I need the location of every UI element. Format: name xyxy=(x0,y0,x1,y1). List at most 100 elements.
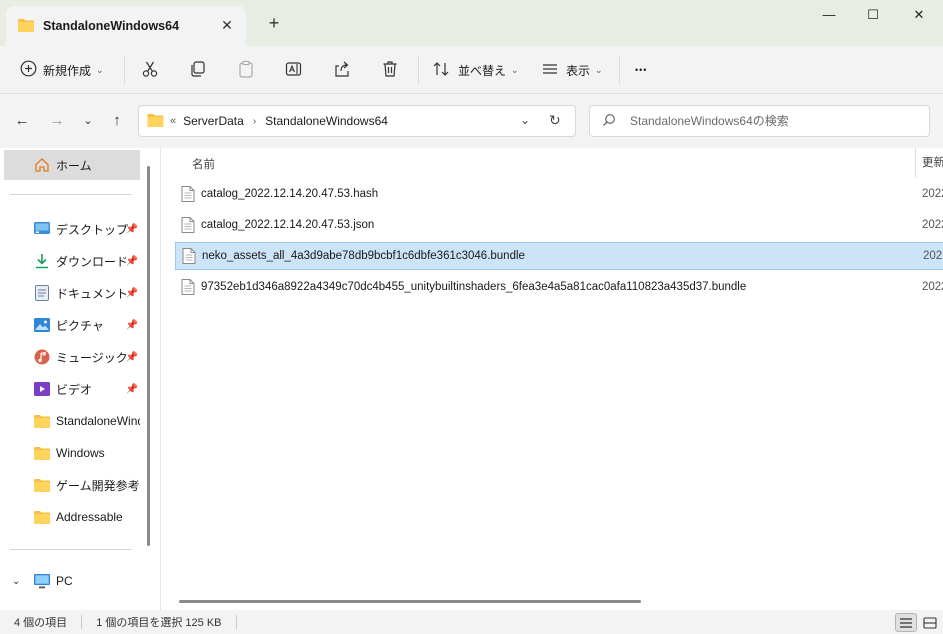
sidebar-item-music[interactable]: ミュージック 📌 xyxy=(4,342,140,372)
download-icon xyxy=(34,253,50,269)
file-row[interactable]: catalog_2022.12.14.20.47.53.json 2022 xyxy=(175,211,943,239)
sidebar-item-standalonewindows64[interactable]: StandaloneWindows64 xyxy=(4,406,140,436)
address-history-chevron-icon[interactable]: ⌄ xyxy=(520,113,530,127)
copy-button[interactable] xyxy=(189,54,207,86)
paste-button[interactable] xyxy=(237,54,255,86)
delete-button[interactable] xyxy=(381,54,399,86)
file-row[interactable]: 97352eb1d346a8922a4349c70dc4b455_unitybu… xyxy=(175,273,943,301)
close-tab-icon[interactable]: ✕ xyxy=(218,16,236,34)
details-view-icon xyxy=(900,617,912,628)
pin-icon: 📌 xyxy=(125,287,138,299)
sort-label: 並べ替え xyxy=(458,63,507,78)
search-icon xyxy=(602,113,616,130)
close-window-button[interactable]: ✕ xyxy=(896,0,942,32)
sidebar-scrollbar[interactable] xyxy=(147,166,150,546)
chevron-down-icon: ⌄ xyxy=(96,64,104,75)
tab-standalonewindows64[interactable]: StandaloneWindows64 ✕ xyxy=(6,6,246,46)
breadcrumb-serverdata[interactable]: ServerData xyxy=(183,114,244,128)
divider xyxy=(235,615,237,629)
refresh-icon[interactable]: ↻ xyxy=(549,112,561,129)
file-name: catalog_2022.12.14.20.47.53.json xyxy=(201,219,375,231)
sidebar-item-label: Windows xyxy=(56,446,105,460)
pin-icon: 📌 xyxy=(125,223,138,235)
sidebar-item-addressable[interactable]: Addressable xyxy=(4,502,140,532)
sidebar-item-label: ダウンロード xyxy=(56,254,129,269)
sidebar-item-videos[interactable]: ビデオ 📌 xyxy=(4,374,140,404)
sidebar-item-home[interactable]: ホーム xyxy=(4,150,140,180)
file-icon xyxy=(181,217,195,233)
pictures-icon xyxy=(34,317,50,333)
recent-locations-chevron-icon[interactable]: ⌄ xyxy=(78,112,98,130)
sidebar-item-pictures[interactable]: ピクチャ 📌 xyxy=(4,310,140,340)
selection-info: 1 個の項目を選択 125 KB xyxy=(96,617,222,629)
file-row-selected[interactable]: neko_assets_all_4a3d9abe78db9bcbf1c6dbfe… xyxy=(175,242,943,270)
file-row[interactable]: catalog_2022.12.14.20.47.53.hash 2022 xyxy=(175,180,943,208)
folder-icon xyxy=(147,113,164,130)
chevron-right-icon: › xyxy=(252,115,257,127)
address-bar[interactable]: « ServerData › StandaloneWindows64 ⌄ ↻ xyxy=(138,105,576,137)
paste-icon xyxy=(237,60,255,81)
tiles-view-button[interactable] xyxy=(919,613,941,632)
share-button[interactable] xyxy=(333,54,351,86)
column-header-name[interactable]: 名前 xyxy=(192,156,215,172)
up-arrow-icon[interactable]: ↑ xyxy=(107,112,127,130)
column-header-modified[interactable]: 更新日時 xyxy=(915,148,943,178)
overflow-chevron-icon[interactable]: « xyxy=(170,115,176,127)
search-box[interactable] xyxy=(589,105,930,137)
folder-icon xyxy=(18,18,34,35)
rename-button[interactable] xyxy=(285,54,303,86)
sidebar-item-downloads[interactable]: ダウンロード 📌 xyxy=(4,246,140,276)
list-view-icon xyxy=(541,60,559,81)
sidebar-item-documents[interactable]: ドキュメント 📌 xyxy=(4,278,140,308)
sidebar-item-desktop[interactable]: デスクトップ 📌 xyxy=(4,214,140,244)
file-name: neko_assets_all_4a3d9abe78db9bcbf1c6dbfe… xyxy=(202,250,525,262)
details-view-button[interactable] xyxy=(895,613,917,632)
status-bar: 4 個の項目 1 個の項目を選択 125 KB xyxy=(0,610,943,634)
new-button[interactable]: 新規作成 ⌄ xyxy=(20,54,104,86)
sort-icon xyxy=(432,60,450,81)
sidebar-item-windows[interactable]: Windows xyxy=(4,438,140,468)
breadcrumb-standalonewindows64[interactable]: StandaloneWindows64 xyxy=(265,114,388,128)
chevron-down-icon[interactable]: ⌄ xyxy=(12,576,24,587)
maximize-button[interactable]: ☐ xyxy=(850,0,896,32)
sidebar-item-game-dev-reference[interactable]: ゲーム開発参考 xyxy=(4,470,140,500)
minimize-button[interactable]: — xyxy=(806,0,852,32)
file-date: 2022 xyxy=(922,219,943,231)
file-date: 2022 xyxy=(922,281,943,293)
file-date: 2022 xyxy=(922,188,943,200)
cut-button[interactable] xyxy=(141,54,159,86)
scissors-icon xyxy=(141,60,159,81)
sidebar-item-label: デスクトップ xyxy=(56,222,129,237)
divider xyxy=(418,56,419,84)
file-name: 97352eb1d346a8922a4349c70dc4b455_unitybu… xyxy=(201,281,747,293)
file-name: catalog_2022.12.14.20.47.53.hash xyxy=(201,188,379,200)
sidebar-item-label: ゲーム開発参考 xyxy=(56,478,140,493)
file-list: 名前 更新日時 catalog_2022.12.14.20.47.53.hash… xyxy=(160,148,943,610)
command-bar: 新規作成 ⌄ 並べ替え ⌄ 表示 ⌄ ••• xyxy=(0,46,943,94)
sidebar-item-pc[interactable]: ⌄ PC xyxy=(4,566,140,596)
item-count: 4 個の項目 xyxy=(14,617,68,629)
folder-icon xyxy=(34,413,50,429)
folder-icon xyxy=(34,477,50,493)
sidebar-item-label: StandaloneWindows64 xyxy=(56,414,140,428)
chevron-down-icon: ⌄ xyxy=(511,64,519,75)
view-button[interactable]: 表示 ⌄ xyxy=(541,54,603,86)
new-tab-button[interactable]: + xyxy=(262,12,286,36)
document-icon xyxy=(34,285,50,301)
search-input[interactable] xyxy=(630,114,910,128)
more-options-button[interactable]: ••• xyxy=(635,54,647,86)
pin-icon: 📌 xyxy=(125,383,138,395)
horizontal-scrollbar[interactable] xyxy=(179,600,641,603)
folder-icon xyxy=(34,509,50,525)
sort-button[interactable]: 並べ替え ⌄ xyxy=(432,54,519,86)
music-icon xyxy=(34,349,50,365)
column-header-row: 名前 更新日時 xyxy=(161,148,943,178)
forward-arrow-icon[interactable]: → xyxy=(47,112,67,130)
file-date: 2022 xyxy=(923,250,943,262)
pin-icon: 📌 xyxy=(125,319,138,331)
navigation-row: ← → ⌄ ↑ « ServerData › StandaloneWindows… xyxy=(0,94,943,148)
share-icon xyxy=(333,60,351,81)
back-arrow-icon[interactable]: ← xyxy=(12,112,32,130)
file-icon xyxy=(181,186,195,202)
chevron-down-icon: ⌄ xyxy=(595,64,603,75)
